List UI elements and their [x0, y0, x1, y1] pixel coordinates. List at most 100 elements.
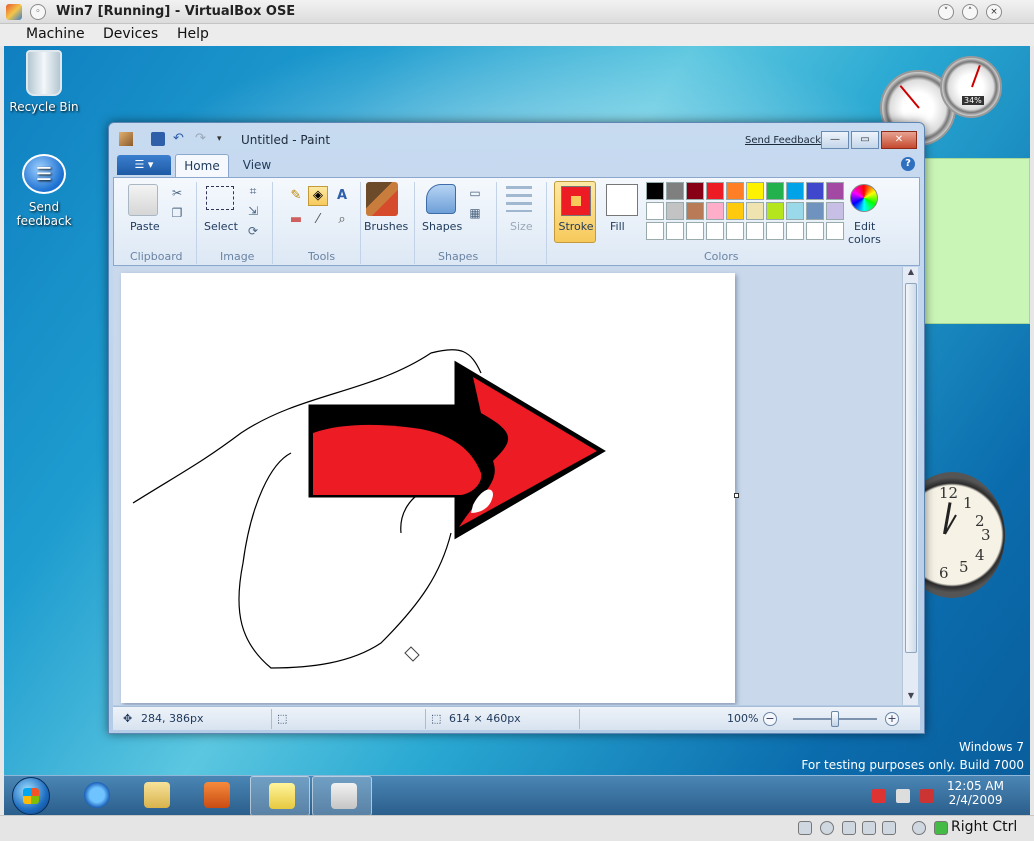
network-icon[interactable]: [896, 789, 910, 803]
scroll-thumb[interactable]: [905, 283, 917, 653]
taskbar-explorer[interactable]: [126, 776, 186, 816]
select-icon[interactable]: [206, 186, 234, 210]
menu-machine[interactable]: Machine: [26, 26, 85, 42]
color-picker-icon[interactable]: ⁄: [308, 210, 328, 230]
color-swatch[interactable]: [706, 182, 724, 200]
rotate-icon[interactable]: ⟳: [244, 222, 262, 240]
color-swatch[interactable]: [826, 202, 844, 220]
color-swatch[interactable]: [806, 222, 824, 240]
color-swatch[interactable]: [766, 182, 784, 200]
color-swatch[interactable]: [786, 202, 804, 220]
redo-icon[interactable]: ↷: [195, 132, 209, 146]
send-feedback-shortcut[interactable]: Send feedback: [4, 154, 84, 228]
pencil-icon[interactable]: ✎: [286, 186, 306, 206]
color-swatch[interactable]: [666, 222, 684, 240]
color-swatch[interactable]: [686, 222, 704, 240]
resize-icon[interactable]: ⇲: [244, 202, 262, 220]
hard-disk-icon[interactable]: [798, 821, 812, 835]
tab-view[interactable]: View: [233, 154, 281, 177]
color-swatch[interactable]: [826, 182, 844, 200]
edit-colors-label-2[interactable]: colors: [848, 233, 881, 246]
start-button[interactable]: [12, 777, 50, 815]
crop-icon[interactable]: ⌗: [244, 182, 262, 200]
undo-icon[interactable]: ↶: [173, 132, 187, 146]
floppy-icon[interactable]: [842, 821, 856, 835]
color-swatch[interactable]: [786, 182, 804, 200]
brushes-icon[interactable]: [366, 182, 398, 216]
color-swatch[interactable]: [646, 222, 664, 240]
sticky-note-gadget[interactable]: [924, 158, 1030, 324]
select-button-label[interactable]: Select: [204, 220, 238, 233]
zoom-slider-thumb[interactable]: [831, 711, 839, 727]
customize-qat-icon[interactable]: ▾: [217, 132, 231, 146]
size-button-label[interactable]: Size: [510, 220, 533, 233]
color-swatch[interactable]: [726, 202, 744, 220]
color-swatch[interactable]: [766, 202, 784, 220]
tray-clock[interactable]: 12:05 AM 2/4/2009: [947, 779, 1004, 807]
stroke-color-button[interactable]: Stroke: [554, 181, 596, 243]
color-swatch[interactable]: [766, 222, 784, 240]
action-center-icon[interactable]: [872, 789, 886, 803]
window-menu-icon[interactable]: ◦: [30, 4, 46, 20]
color-swatch[interactable]: [746, 182, 764, 200]
paint-app-menu-button[interactable]: ☰ ▾: [117, 155, 171, 175]
paint-maximize-button[interactable]: ▭: [851, 131, 879, 149]
paste-button-label[interactable]: Paste: [130, 220, 160, 233]
save-icon[interactable]: [151, 132, 165, 146]
shape-fill-icon[interactable]: ▦: [466, 204, 484, 222]
color-swatch[interactable]: [646, 202, 664, 220]
color-swatch[interactable]: [726, 222, 744, 240]
text-tool-icon[interactable]: A: [332, 186, 352, 206]
cd-icon[interactable]: [820, 821, 834, 835]
help-icon[interactable]: ?: [901, 157, 915, 171]
host-key-icon[interactable]: [934, 821, 948, 835]
paint-app-icon[interactable]: [119, 132, 133, 146]
brushes-button-label[interactable]: Brushes: [364, 220, 408, 233]
menu-help[interactable]: Help: [177, 26, 209, 42]
color-swatch[interactable]: [706, 222, 724, 240]
color-swatch[interactable]: [746, 222, 764, 240]
taskbar-internet-explorer[interactable]: [66, 776, 126, 816]
cut-icon[interactable]: ✂: [168, 184, 186, 202]
color-swatch[interactable]: [686, 182, 704, 200]
outline-icon[interactable]: ▭: [466, 184, 484, 202]
shared-folders-icon[interactable]: [882, 821, 896, 835]
size-icon[interactable]: [506, 186, 532, 212]
menu-devices[interactable]: Devices: [103, 26, 158, 42]
zoom-in-button[interactable]: +: [885, 712, 899, 726]
close-icon[interactable]: ×: [986, 4, 1002, 20]
color-swatch[interactable]: [686, 202, 704, 220]
color-swatch[interactable]: [666, 182, 684, 200]
paint-close-button[interactable]: ✕: [881, 131, 917, 149]
shapes-button-label[interactable]: Shapes: [422, 220, 462, 233]
copy-icon[interactable]: ❐: [168, 204, 186, 222]
color-swatch[interactable]: [666, 202, 684, 220]
maximize-icon[interactable]: ˄: [962, 4, 978, 20]
drawing-canvas[interactable]: [121, 273, 735, 703]
scroll-down-icon[interactable]: ▼: [903, 691, 919, 705]
tab-home[interactable]: Home: [175, 154, 229, 177]
memory-meter-gauge[interactable]: 34%: [940, 56, 1002, 118]
color-swatch[interactable]: [706, 202, 724, 220]
paste-icon[interactable]: [128, 184, 158, 216]
taskbar-paint[interactable]: [312, 776, 372, 816]
taskbar-media-player[interactable]: [186, 776, 246, 816]
color-swatch[interactable]: [786, 222, 804, 240]
color-swatch[interactable]: [806, 202, 824, 220]
color-swatch[interactable]: [646, 182, 664, 200]
scroll-up-icon[interactable]: ▲: [903, 267, 919, 281]
vertical-scrollbar[interactable]: ▲ ▼: [902, 267, 918, 705]
recycle-bin-shortcut[interactable]: Recycle Bin: [4, 50, 84, 114]
zoom-out-button[interactable]: −: [763, 712, 777, 726]
edit-colors-label-1[interactable]: Edit: [854, 220, 875, 233]
color-swatch[interactable]: [746, 202, 764, 220]
magnifier-icon[interactable]: ⌕: [332, 210, 352, 230]
color-swatch[interactable]: [826, 222, 844, 240]
mouse-integration-icon[interactable]: [912, 821, 926, 835]
network-adapter-icon[interactable]: [862, 821, 876, 835]
fill-color-button[interactable]: [606, 184, 638, 216]
taskbar-sticky-notes[interactable]: [250, 776, 310, 816]
volume-icon[interactable]: [920, 789, 934, 803]
color-swatch[interactable]: [726, 182, 744, 200]
send-feedback-link[interactable]: Send Feedback: [745, 135, 821, 146]
